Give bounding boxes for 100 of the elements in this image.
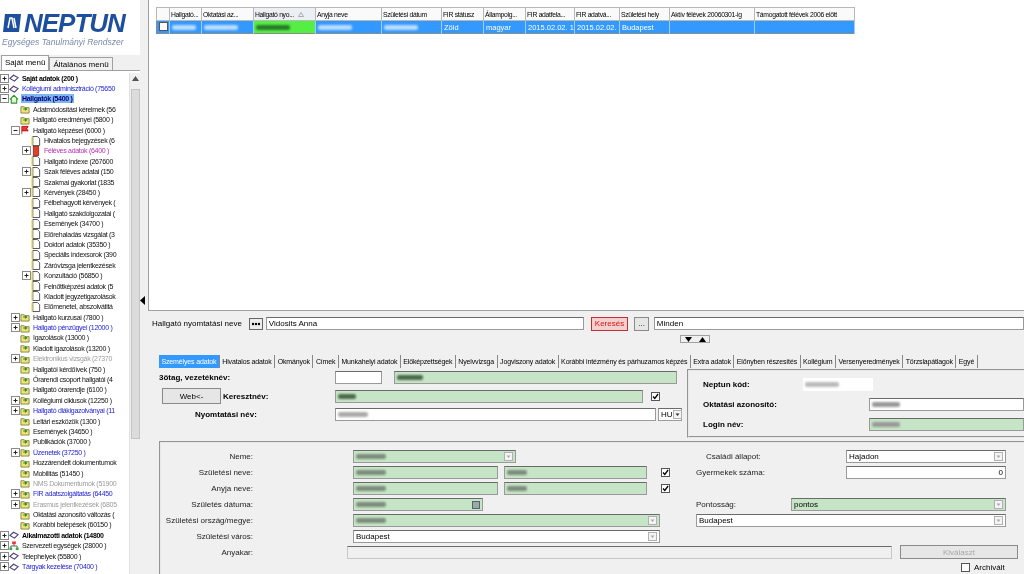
expand-icon[interactable]: [11, 447, 20, 457]
diamond-icon: [9, 551, 19, 562]
surname-field[interactable]: [394, 371, 677, 384]
expand-icon[interactable]: [11, 395, 20, 405]
blurred-text: [356, 517, 386, 523]
checkbox-label: Archivált: [974, 562, 1005, 572]
text-field[interactable]: [353, 481, 498, 495]
checkbox[interactable]: [159, 21, 168, 31]
checkbox[interactable]: [961, 562, 970, 572]
filter-button[interactable]: ...: [634, 316, 649, 331]
checkbox[interactable]: [661, 483, 670, 493]
text-field[interactable]: [347, 545, 892, 559]
dropdown-field[interactable]: [353, 449, 516, 463]
field-label: Születési neve:: [197, 467, 253, 477]
expand-icon[interactable]: [22, 271, 31, 281]
folder-icon: [20, 384, 30, 395]
network-icon: [9, 540, 19, 551]
dropdown-field[interactable]: Budapest: [696, 513, 1006, 527]
expand-icon[interactable]: [0, 562, 9, 572]
page-icon: [31, 291, 41, 302]
blurred-text: [256, 25, 290, 30]
expand-icon[interactable]: [0, 84, 9, 94]
folder-icon: [20, 322, 30, 333]
dropdown-field[interactable]: [353, 513, 660, 527]
prefix-field[interactable]: [335, 371, 382, 384]
language-dropdown[interactable]: HU: [658, 408, 682, 421]
blurred-text: [204, 25, 238, 30]
text-field[interactable]: [504, 481, 647, 495]
expand-icon[interactable]: [11, 499, 20, 509]
folder-icon: [20, 457, 30, 468]
expand-icon[interactable]: [11, 406, 20, 416]
expand-icon[interactable]: [22, 146, 31, 156]
page-icon: [31, 135, 41, 146]
folder-icon: [20, 343, 30, 354]
date-field[interactable]: [353, 497, 483, 511]
collapse-icon[interactable]: [11, 125, 20, 135]
page-icon: [31, 218, 41, 229]
flag-icon: [20, 125, 30, 136]
text-field[interactable]: [504, 465, 647, 479]
more-icon[interactable]: [248, 317, 263, 330]
field-label: Neme:: [228, 451, 253, 461]
page-icon: [31, 239, 41, 250]
folder-icon: [20, 332, 30, 343]
expand-icon[interactable]: [0, 530, 9, 540]
search-button[interactable]: Keresés: [590, 316, 629, 331]
expand-icon[interactable]: [11, 323, 20, 333]
calendar-icon[interactable]: [472, 499, 480, 509]
dropdown-arrow-icon[interactable]: [672, 410, 682, 419]
dropdown-field[interactable]: Hajadon: [846, 449, 1006, 463]
folder-icon: [20, 405, 30, 416]
field-label: Anyakar:: [220, 547, 253, 557]
field-label: Anyja neve:: [210, 483, 253, 493]
folder-icon: [20, 374, 30, 385]
web-button[interactable]: Web<-: [162, 388, 221, 404]
checkbox[interactable]: [661, 467, 670, 477]
filter-field[interactable]: Minden: [653, 317, 1024, 331]
blurred-text: [805, 382, 839, 387]
text-field[interactable]: [353, 465, 498, 479]
expand-icon[interactable]: [0, 541, 9, 551]
collapse-icon[interactable]: [0, 94, 9, 104]
sort-icon: [297, 11, 304, 17]
menu-tab[interactable]: Saját menü: [1, 55, 50, 70]
number-field[interactable]: 0: [846, 465, 1006, 479]
folder-icon: [20, 509, 30, 520]
expand-icon[interactable]: [22, 188, 31, 197]
page-icon: [31, 208, 41, 219]
scroll-thumb[interactable]: [130, 89, 140, 439]
expand-icon[interactable]: [11, 489, 20, 499]
checkbox[interactable]: [651, 391, 660, 401]
print-name-field[interactable]: [335, 408, 656, 421]
name-field[interactable]: Vidosits Anna: [265, 317, 584, 331]
scroll-up-icon[interactable]: [131, 76, 139, 81]
field-label: Hallgató nyomtatási neve: [152, 319, 242, 329]
expand-icon[interactable]: [0, 73, 9, 83]
folder-icon: [20, 395, 30, 406]
text-field[interactable]: [869, 418, 1024, 431]
blurred-text: [356, 501, 386, 507]
folder-icon: [20, 426, 30, 437]
page-icon: [31, 301, 41, 312]
dropdown-field[interactable]: Budapest: [353, 529, 660, 543]
folder-icon: [20, 468, 30, 479]
blurred-text: [356, 453, 386, 459]
blurred-text: [356, 485, 386, 491]
folder-icon: [20, 364, 30, 375]
expand-icon[interactable]: [11, 312, 20, 322]
field-label: Születési város:: [195, 531, 253, 541]
given-name-field[interactable]: [335, 389, 643, 403]
dropdown-field[interactable]: pontos: [791, 497, 1006, 511]
expand-icon[interactable]: [0, 551, 9, 561]
scrollbar[interactable]: [129, 73, 140, 574]
expand-icon[interactable]: [11, 354, 20, 364]
field-label: Gyermekek száma:: [696, 467, 766, 477]
page-icon: [31, 229, 41, 240]
page-icon: [31, 249, 41, 260]
splitter-arrows-icon[interactable]: [680, 335, 710, 344]
expand-icon[interactable]: [22, 167, 31, 177]
text-field[interactable]: [869, 398, 1024, 411]
folder-icon: [20, 478, 30, 489]
menu-tab[interactable]: Általános menü: [49, 57, 113, 70]
folder-icon: [20, 499, 30, 510]
